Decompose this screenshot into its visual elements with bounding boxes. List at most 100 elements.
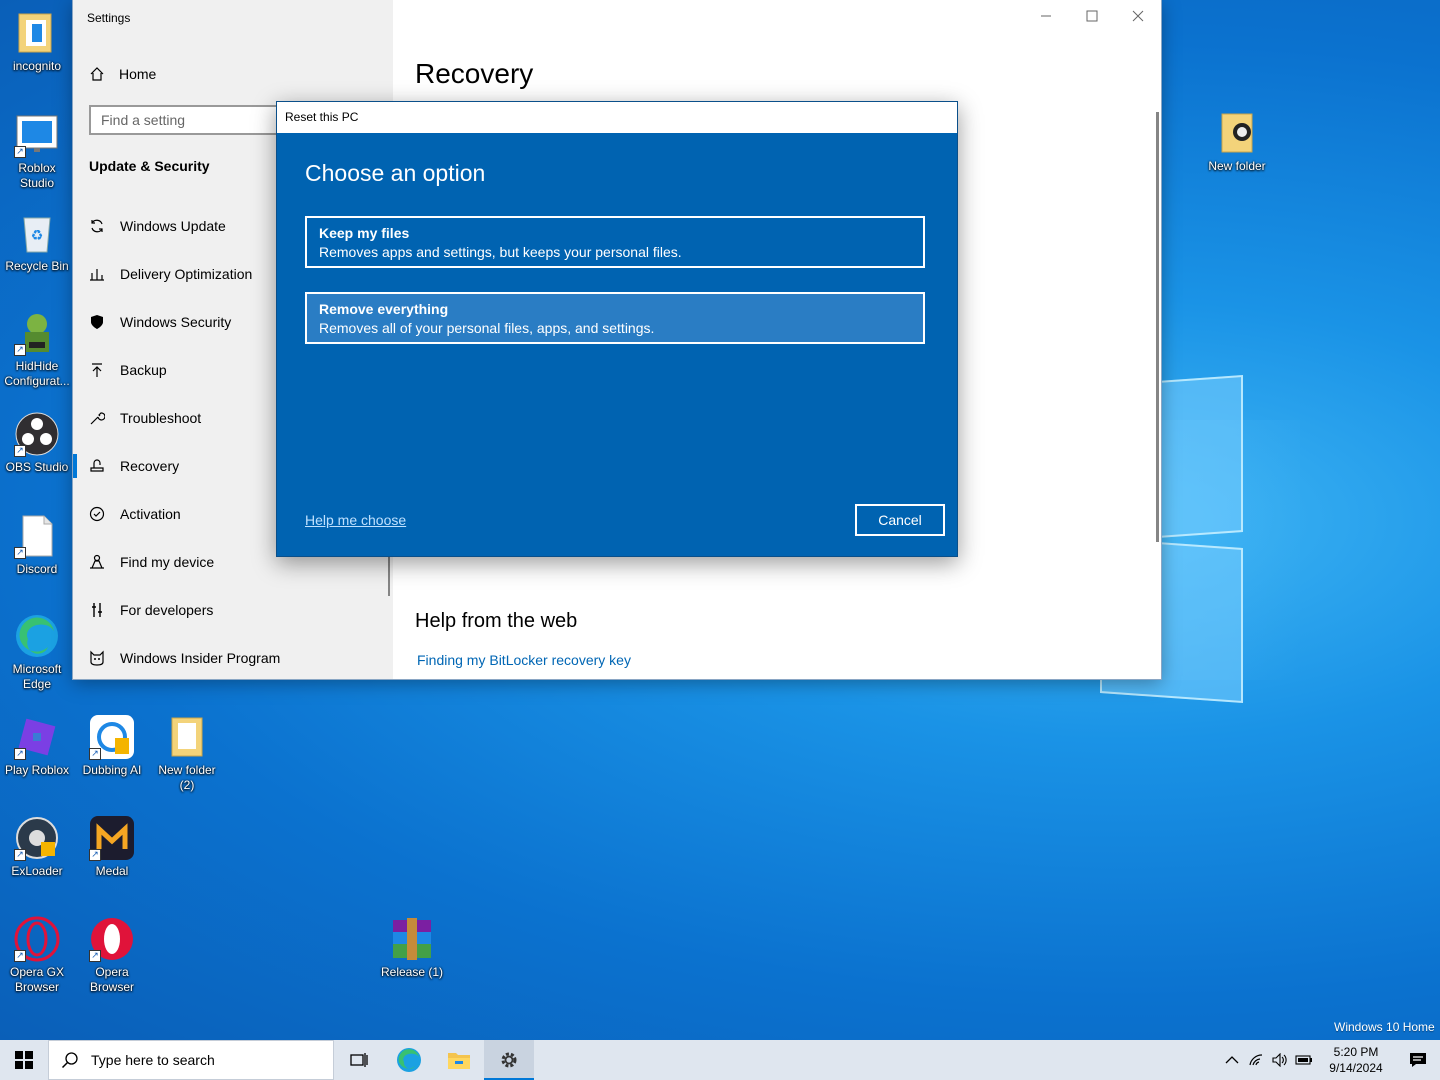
opera-gx-icon: ↗ xyxy=(14,916,60,962)
desktop-icon-medal[interactable]: ↗ Medal xyxy=(75,815,149,879)
obs-studio-icon: ↗ xyxy=(14,411,60,457)
option-title: Keep my files xyxy=(319,225,410,241)
desktop-icon-opera-gx[interactable]: ↗ Opera GX Browser xyxy=(0,916,74,995)
shortcut-arrow-icon: ↗ xyxy=(14,344,26,356)
desktop-icon-discord[interactable]: ↗ Discord xyxy=(0,513,74,577)
clock-time: 5:20 PM xyxy=(1333,1045,1379,1059)
show-hidden-icons-button[interactable] xyxy=(1220,1040,1244,1080)
sidebar-item-label: Activation xyxy=(120,506,181,522)
bitlocker-help-link[interactable]: Finding my BitLocker recovery key xyxy=(417,652,631,668)
maximize-icon xyxy=(1086,10,1098,22)
window-title: Settings xyxy=(87,11,131,25)
recovery-icon xyxy=(89,458,105,474)
network-button[interactable] xyxy=(1244,1040,1268,1080)
reset-pc-dialog: Reset this PC Choose an option Keep my f… xyxy=(276,101,958,557)
refresh-icon xyxy=(89,218,105,234)
taskbar-search-placeholder: Type here to search xyxy=(91,1052,215,1068)
file-explorer-icon xyxy=(448,1053,470,1069)
action-center-button[interactable] xyxy=(1396,1040,1440,1080)
help-me-choose-link[interactable]: Help me choose xyxy=(305,512,406,528)
desktop-icon-incognito[interactable]: incognito xyxy=(0,10,74,74)
taskbar-search-input[interactable]: Type here to search xyxy=(48,1040,334,1080)
sidebar-item-windows-insider[interactable]: Windows Insider Program xyxy=(73,634,393,682)
check-circle-icon xyxy=(89,506,105,522)
battery-button[interactable] xyxy=(1292,1040,1316,1080)
section-title: Update & Security xyxy=(89,158,210,174)
maximize-button[interactable] xyxy=(1069,0,1115,32)
clock-date: 9/14/2024 xyxy=(1329,1061,1383,1075)
folder-icon xyxy=(164,714,210,760)
wrench-icon xyxy=(89,410,105,426)
taskbar-edge-button[interactable] xyxy=(384,1040,434,1080)
exloader-icon: ↗ xyxy=(14,815,60,861)
taskbar-clock[interactable]: 5:20 PM 9/14/2024 xyxy=(1316,1044,1396,1076)
nav-home[interactable]: Home xyxy=(89,62,156,86)
shortcut-arrow-icon: ↗ xyxy=(14,547,26,559)
sidebar-item-label: Recovery xyxy=(120,458,180,474)
task-view-button[interactable] xyxy=(334,1040,384,1080)
sidebar-item-label: Windows Security xyxy=(120,314,232,330)
desktop-icon-hidhide[interactable]: ↗ HidHide Configurat... xyxy=(0,310,74,389)
window-controls xyxy=(1023,0,1161,32)
volume-button[interactable] xyxy=(1268,1040,1292,1080)
shortcut-arrow-icon: ↗ xyxy=(89,849,101,861)
desktop-icon-play-roblox[interactable]: ↗ Play Roblox xyxy=(0,714,74,778)
chevron-up-icon xyxy=(1225,1056,1239,1064)
dialog-heading: Choose an option xyxy=(305,160,486,186)
edge-icon xyxy=(397,1048,421,1072)
sidebar-item-label: Find my device xyxy=(120,554,215,570)
notification-icon xyxy=(1410,1053,1426,1067)
desktop-icon-recycle-bin[interactable]: ♻ Recycle Bin xyxy=(0,210,74,274)
folder-icon xyxy=(14,10,60,56)
minimize-icon xyxy=(1041,15,1051,17)
taskbar-settings-button[interactable] xyxy=(484,1040,534,1080)
blank-file-icon: ↗ xyxy=(14,513,60,559)
shield-icon xyxy=(89,314,105,330)
shortcut-arrow-icon: ↗ xyxy=(14,146,26,158)
desktop-icon-dubbing-ai[interactable]: ↗ Dubbing AI xyxy=(75,714,149,778)
desktop-icon-roblox-studio[interactable]: ↗ Roblox Studio xyxy=(0,112,74,191)
sidebar-item-for-developers[interactable]: For developers xyxy=(73,586,393,634)
remove-everything-option[interactable]: Remove everything Removes all of your pe… xyxy=(305,292,925,344)
windows-start-icon xyxy=(15,1051,33,1069)
sidebar-item-label: Windows Update xyxy=(120,218,226,234)
roblox-icon: ↗ xyxy=(14,714,60,760)
minimize-button[interactable] xyxy=(1023,0,1069,32)
taskbar: Type here to search 5:20 PM 9/14/2024 xyxy=(0,1040,1440,1080)
roblox-studio-icon: ↗ xyxy=(14,112,60,158)
option-description: Removes apps and settings, but keeps you… xyxy=(319,244,682,260)
content-scrollbar[interactable] xyxy=(1156,112,1159,542)
sidebar-item-label: For developers xyxy=(120,602,214,618)
dialog-title: Reset this PC xyxy=(277,102,957,133)
keep-my-files-option[interactable]: Keep my files Removes apps and settings,… xyxy=(305,216,925,268)
shortcut-arrow-icon: ↗ xyxy=(89,748,101,760)
gear-icon xyxy=(501,1052,517,1068)
shortcut-arrow-icon: ↗ xyxy=(14,748,26,760)
shortcut-arrow-icon: ↗ xyxy=(14,849,26,861)
wifi-icon xyxy=(1249,1054,1263,1066)
sidebar-item-label: Backup xyxy=(120,362,167,378)
edge-icon xyxy=(14,613,60,659)
desktop-icon-new-folder-2[interactable]: New folder (2) xyxy=(150,714,224,793)
dubbing-ai-icon: ↗ xyxy=(89,714,135,760)
shortcut-arrow-icon: ↗ xyxy=(14,950,26,962)
taskbar-file-explorer-button[interactable] xyxy=(434,1040,484,1080)
shortcut-arrow-icon: ↗ xyxy=(14,445,26,457)
desktop-icon-exloader[interactable]: ↗ ExLoader xyxy=(0,815,74,879)
battery-icon xyxy=(1295,1055,1312,1065)
desktop-icon-obs-studio[interactable]: ↗ OBS Studio xyxy=(0,411,74,475)
desktop-icon-new-folder[interactable]: New folder xyxy=(1200,110,1274,174)
close-button[interactable] xyxy=(1115,0,1161,32)
sidebar-item-label: Windows Insider Program xyxy=(120,650,281,666)
recycle-bin-icon: ♻ xyxy=(14,210,60,256)
backup-arrow-icon xyxy=(89,362,105,378)
start-button[interactable] xyxy=(0,1040,48,1080)
desktop-icon-microsoft-edge[interactable]: Microsoft Edge xyxy=(0,613,74,692)
desktop-icon-release[interactable]: Release (1) xyxy=(375,916,449,980)
option-description: Removes all of your personal files, apps… xyxy=(319,320,655,336)
search-icon xyxy=(61,1052,78,1069)
option-title: Remove everything xyxy=(319,301,449,317)
system-tray: 5:20 PM 9/14/2024 xyxy=(1220,1040,1440,1080)
cancel-button[interactable]: Cancel xyxy=(855,504,945,536)
desktop-icon-opera[interactable]: ↗ Opera Browser xyxy=(75,916,149,995)
